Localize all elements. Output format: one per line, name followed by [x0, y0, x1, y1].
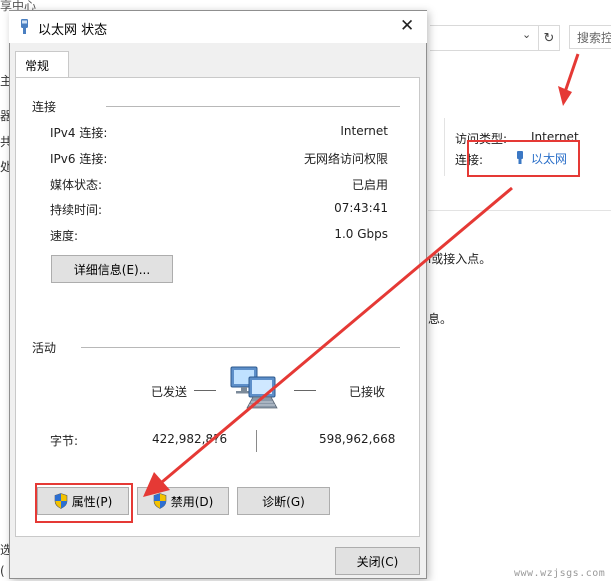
- arrow-to-properties-line: [161, 186, 513, 484]
- arrow-to-ethernet-line: [563, 53, 580, 93]
- annotation-arrows: [143, 53, 580, 497]
- arrow-to-ethernet-head: [558, 86, 572, 106]
- arrow-to-properties-head: [143, 472, 170, 497]
- watermark: www.wzjsgs.com: [514, 568, 606, 579]
